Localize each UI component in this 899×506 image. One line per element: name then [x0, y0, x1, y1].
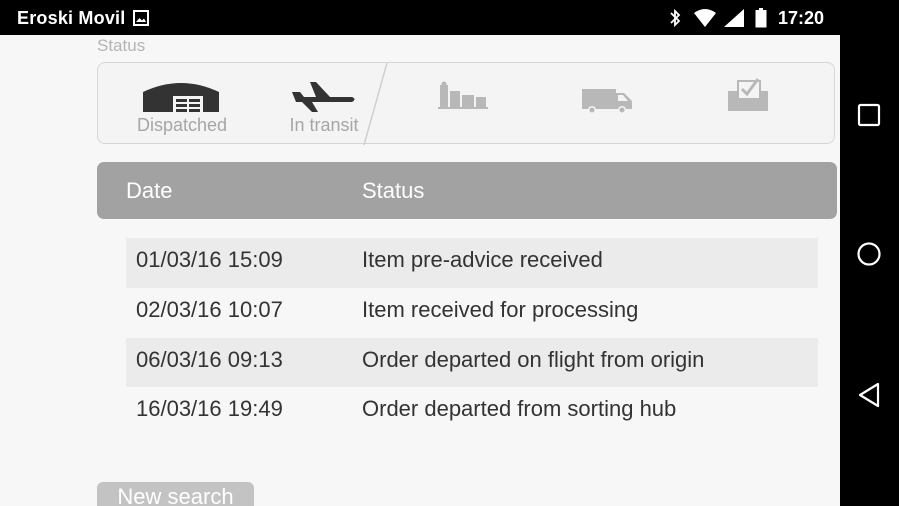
table-row: 06/03/16 09:13 Order departed on flight …: [126, 337, 818, 387]
step-delivery: [536, 63, 676, 145]
column-header-status: Status: [362, 178, 425, 203]
row-date: 01/03/16 15:09: [136, 247, 283, 272]
row-status: Item received for processing: [362, 296, 639, 322]
wifi-icon: [693, 8, 717, 33]
mailbox-delivered-icon: [728, 78, 768, 111]
tracking-history-list: 01/03/16 15:09 Item pre-advice received …: [126, 238, 818, 437]
warehouse-icon: [143, 83, 219, 112]
row-status: Item pre-advice received: [362, 247, 603, 272]
section-label: Status: [97, 36, 146, 55]
recents-square-icon[interactable]: [856, 102, 882, 133]
table-row: 01/03/16 15:09 Item pre-advice received: [126, 238, 818, 288]
table-row: 02/03/16 10:07 Item received for process…: [126, 288, 818, 338]
bluetooth-icon: [668, 8, 682, 33]
navigation-bar: [840, 0, 899, 506]
home-circle-icon[interactable]: [856, 241, 882, 272]
clock: 17:20: [778, 8, 825, 28]
battery-icon: [755, 8, 767, 33]
step-label: Dispatched: [136, 115, 228, 135]
row-date: 16/03/16 19:49: [136, 396, 283, 421]
back-triangle-icon[interactable]: [856, 381, 882, 414]
tracking-screen: Status Dispatched In transit Date Status…: [0, 35, 840, 506]
progress-divider: [363, 63, 388, 145]
row-date: 06/03/16 09:13: [136, 346, 283, 372]
row-status: Order departed on flight from origin: [362, 346, 705, 372]
step-dispatched: Dispatched: [112, 63, 252, 145]
image-icon: [133, 10, 149, 31]
parcels-icon: [438, 81, 488, 109]
table-header: Date Status: [97, 162, 837, 219]
column-header-date: Date: [126, 178, 173, 203]
shipment-progress-tracker: Dispatched In transit: [97, 62, 835, 145]
row-date: 02/03/16 10:07: [136, 296, 283, 322]
delivery-van-icon: [582, 89, 632, 114]
step-parcels: [394, 63, 534, 145]
row-status: Order departed from sorting hub: [362, 396, 677, 421]
step-delivered: [678, 63, 818, 145]
status-bar: Eroski Movil 17:20: [0, 0, 840, 35]
new-search-button[interactable]: New search: [97, 482, 254, 506]
airplane-icon: [292, 82, 355, 112]
signal-icon: [723, 8, 745, 33]
table-row: 16/03/16 19:49 Order departed from sorti…: [126, 387, 818, 437]
carrier-name: Eroski Movil: [17, 8, 126, 28]
